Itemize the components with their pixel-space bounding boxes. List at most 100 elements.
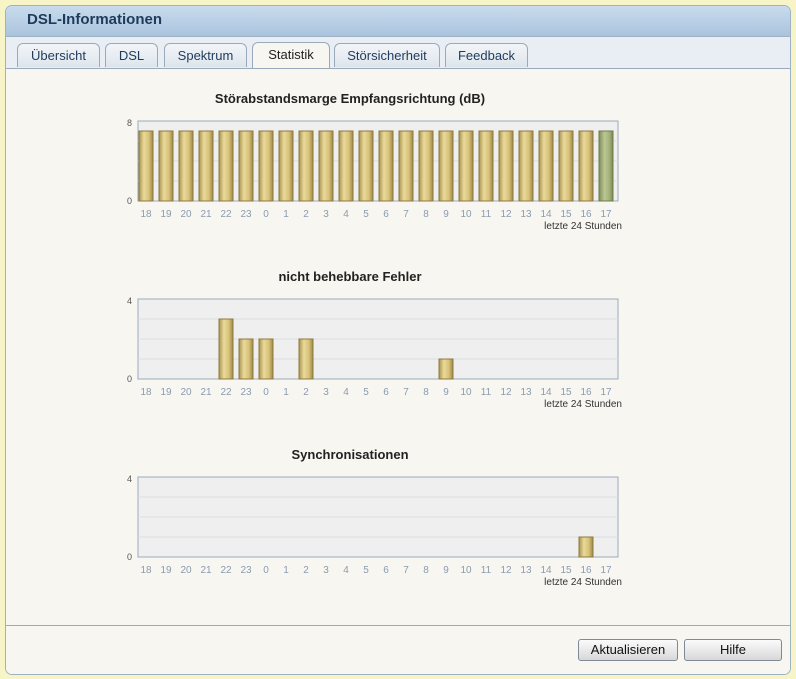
- x-tick-label: 4: [343, 565, 349, 576]
- bar: [518, 130, 534, 202]
- bar: [138, 130, 154, 202]
- bar: [238, 338, 254, 380]
- footer-bar: Aktualisieren Hilfe: [6, 625, 790, 674]
- x-tick-label: 3: [323, 565, 329, 576]
- x-tick-label: 20: [180, 565, 192, 576]
- x-tick-label: 3: [323, 209, 329, 220]
- x-tick-label: 7: [403, 387, 409, 398]
- x-tick-label: 14: [540, 387, 552, 398]
- bar: [498, 130, 514, 202]
- chart-title: Störabstandsmarge Empfangsrichtung (dB): [215, 91, 485, 106]
- help-button[interactable]: Hilfe: [684, 639, 782, 661]
- x-tick-label: 10: [460, 387, 472, 398]
- x-tick-label: 1: [283, 387, 289, 398]
- x-tick-label: 16: [580, 565, 592, 576]
- tab-feedback[interactable]: Feedback: [445, 43, 528, 67]
- window-title: DSL-Informationen: [6, 6, 790, 37]
- x-tick-label: 20: [180, 387, 192, 398]
- tab-statistik[interactable]: Statistik: [252, 42, 330, 68]
- x-tick-label: 17: [600, 565, 612, 576]
- x-tick-label: 18: [140, 209, 152, 220]
- x-tick-label: 18: [140, 565, 152, 576]
- chart-title: Synchronisationen: [291, 447, 408, 462]
- x-tick-label: 5: [363, 387, 369, 398]
- x-tick-label: 5: [363, 565, 369, 576]
- y-tick-label: 0: [127, 196, 132, 206]
- x-tick-label: 10: [460, 565, 472, 576]
- x-tick-label: 4: [343, 387, 349, 398]
- x-tick-label: 9: [443, 387, 449, 398]
- x-tick-label: 16: [580, 387, 592, 398]
- x-tick-label: 17: [600, 387, 612, 398]
- tab-stoersicherheit[interactable]: Störsicherheit: [334, 43, 440, 67]
- bar: [218, 130, 234, 202]
- x-tick-label: 11: [481, 565, 492, 576]
- bar: [478, 130, 494, 202]
- x-tick-label: 0: [263, 387, 269, 398]
- x-tick-label: 12: [500, 209, 512, 220]
- y-tick-label: 0: [127, 552, 132, 562]
- x-axis-note: letzte 24 Stunden: [544, 399, 622, 410]
- x-tick-label: 21: [200, 209, 212, 220]
- x-tick-label: 1: [283, 565, 289, 576]
- bar: [198, 130, 214, 202]
- x-tick-label: 19: [160, 565, 172, 576]
- x-axis-note: letzte 24 Stunden: [544, 221, 622, 232]
- tab-spektrum[interactable]: Spektrum: [164, 43, 247, 67]
- x-tick-label: 15: [560, 387, 572, 398]
- charts-canvas: Störabstandsmarge Empfangsrichtung (dB) 0…: [127, 91, 622, 588]
- bar: [458, 130, 474, 202]
- bar: [278, 130, 294, 202]
- bar: [258, 338, 274, 380]
- x-tick-label: 15: [560, 565, 572, 576]
- x-tick-label: 23: [240, 209, 252, 220]
- x-tick-label: 2: [303, 565, 309, 576]
- bar: [438, 130, 454, 202]
- y-tick-label: 0: [127, 374, 132, 384]
- x-tick-label: 11: [481, 209, 492, 220]
- tab-uebersicht[interactable]: Übersicht: [17, 43, 100, 67]
- x-tick-label: 21: [200, 387, 212, 398]
- x-tick-label: 2: [303, 209, 309, 220]
- bar: [298, 338, 314, 380]
- x-tick-label: 8: [423, 209, 429, 220]
- bar: [178, 130, 194, 202]
- statistics-content: Störabstandsmarge Empfangsrichtung (dB) 0…: [6, 69, 790, 625]
- bar: [438, 358, 454, 380]
- x-tick-label: 0: [263, 209, 269, 220]
- x-tick-label: 19: [160, 387, 172, 398]
- x-tick-label: 3: [323, 387, 329, 398]
- x-tick-label: 21: [200, 565, 212, 576]
- bar: [238, 130, 254, 202]
- bar: [298, 130, 314, 202]
- x-tick-label: 23: [240, 565, 252, 576]
- x-tick-label: 17: [600, 209, 612, 220]
- bar: [598, 130, 614, 202]
- bar: [318, 130, 334, 202]
- x-tick-label: 14: [540, 565, 552, 576]
- x-tick-label: 0: [263, 565, 269, 576]
- bar: [418, 130, 434, 202]
- bar: [378, 130, 394, 202]
- x-tick-label: 11: [481, 387, 492, 398]
- x-tick-label: 13: [520, 387, 532, 398]
- x-tick-label: 9: [443, 209, 449, 220]
- x-tick-label: 10: [460, 209, 472, 220]
- tab-bar: Übersicht DSL Spektrum Statistik Störsic…: [6, 37, 790, 69]
- x-tick-label: 22: [220, 387, 232, 398]
- bar: [338, 130, 354, 202]
- refresh-button[interactable]: Aktualisieren: [578, 639, 678, 661]
- x-tick-label: 5: [363, 209, 369, 220]
- tab-dsl[interactable]: DSL: [105, 43, 158, 67]
- y-tick-label: 4: [127, 474, 132, 484]
- x-tick-label: 7: [403, 565, 409, 576]
- x-tick-label: 4: [343, 209, 349, 220]
- x-axis-note: letzte 24 Stunden: [544, 577, 622, 588]
- bar: [398, 130, 414, 202]
- x-tick-label: 23: [240, 387, 252, 398]
- dsl-info-panel: DSL-Informationen Übersicht DSL Spektrum…: [5, 5, 791, 675]
- bar: [258, 130, 274, 202]
- bar: [558, 130, 574, 202]
- bar: [578, 130, 594, 202]
- chart-title: nicht behebbare Fehler: [278, 269, 421, 284]
